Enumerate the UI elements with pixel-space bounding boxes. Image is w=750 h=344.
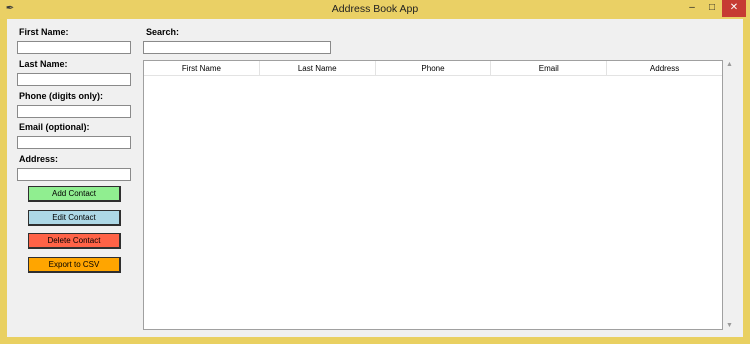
column-header-first-name[interactable]: First Name xyxy=(144,61,260,76)
column-header-email[interactable]: Email xyxy=(491,61,608,76)
contacts-table[interactable]: First Name Last Name Phone Email Address xyxy=(143,60,723,330)
address-label: Address: xyxy=(19,154,59,164)
close-button[interactable]: ✕ xyxy=(722,0,746,17)
first-name-label: First Name: xyxy=(19,27,69,37)
maximize-button[interactable]: □ xyxy=(702,0,722,17)
scroll-down-icon[interactable]: ▼ xyxy=(725,321,734,330)
table-header: First Name Last Name Phone Email Address xyxy=(144,61,722,76)
add-contact-button[interactable]: Add Contact xyxy=(28,186,121,202)
phone-label: Phone (digits only): xyxy=(19,91,103,101)
last-name-field[interactable] xyxy=(17,73,131,86)
client-area: First Name: Last Name: Phone (digits onl… xyxy=(7,19,743,337)
column-header-address[interactable]: Address xyxy=(607,61,722,76)
window-title: Address Book App xyxy=(331,3,419,15)
column-header-phone[interactable]: Phone xyxy=(376,61,492,76)
delete-contact-button[interactable]: Delete Contact xyxy=(28,233,121,249)
title-bar[interactable]: ✒ Address Book App – □ ✕ xyxy=(0,0,750,19)
email-field[interactable] xyxy=(17,136,131,149)
first-name-field[interactable] xyxy=(17,41,131,54)
address-field[interactable] xyxy=(17,168,131,181)
search-input[interactable] xyxy=(143,41,331,54)
email-label: Email (optional): xyxy=(19,122,90,132)
vertical-scrollbar[interactable]: ▲ ▼ xyxy=(723,60,736,330)
minimize-button[interactable]: – xyxy=(682,0,702,17)
scroll-up-icon[interactable]: ▲ xyxy=(725,60,734,69)
phone-field[interactable] xyxy=(17,105,131,118)
export-csv-button[interactable]: Export to CSV xyxy=(28,257,121,273)
edit-contact-button[interactable]: Edit Contact xyxy=(28,210,121,226)
last-name-label: Last Name: xyxy=(19,59,68,69)
search-label: Search: xyxy=(146,27,180,37)
app-window: ✒ Address Book App – □ ✕ First Name: Las… xyxy=(0,0,750,344)
column-header-last-name[interactable]: Last Name xyxy=(260,61,376,76)
